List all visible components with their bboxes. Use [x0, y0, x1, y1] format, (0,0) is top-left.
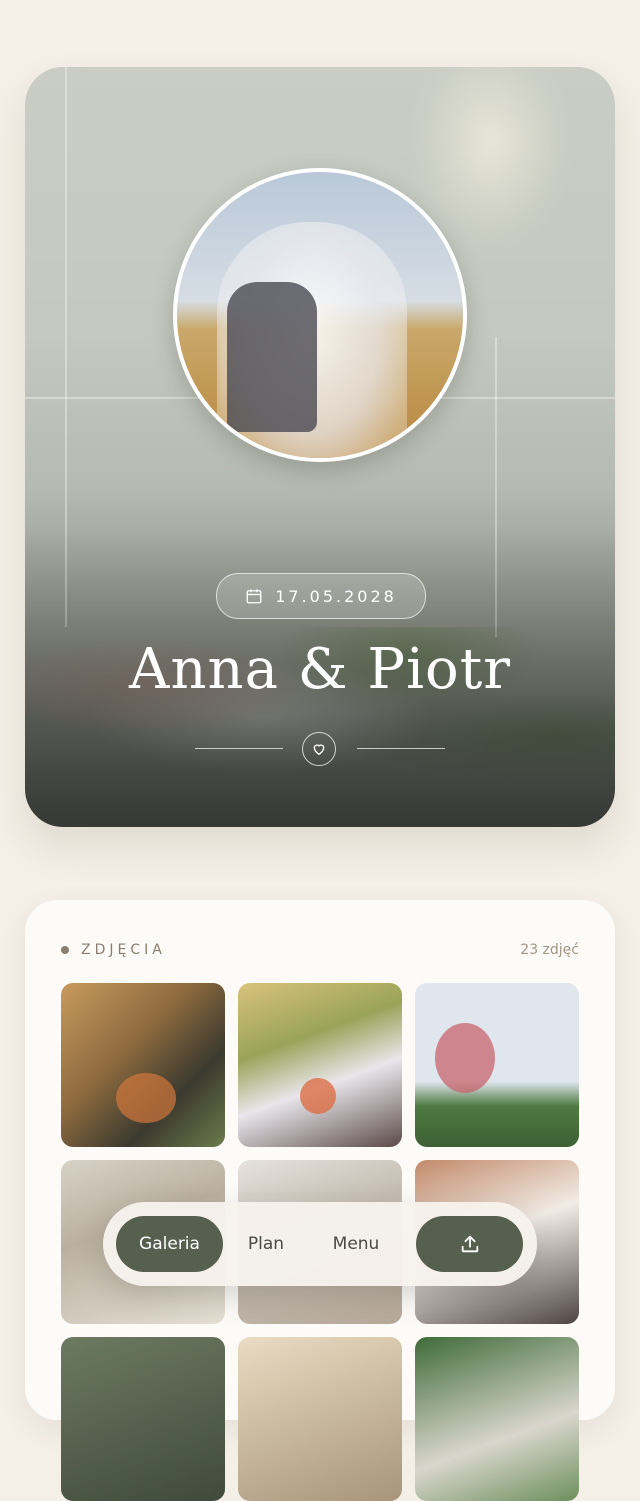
photo-thumbnail[interactable]: [415, 1337, 579, 1501]
upload-icon: [461, 1235, 478, 1253]
nav-galeria[interactable]: Galeria: [116, 1216, 223, 1272]
upload-button[interactable]: [416, 1216, 523, 1272]
nav-plan[interactable]: Plan: [233, 1216, 299, 1272]
bouquet-shape: [435, 1023, 495, 1093]
calendar-icon: [246, 589, 262, 604]
divider-left: [195, 748, 283, 749]
like-button[interactable]: [302, 732, 336, 766]
section-title: ZDJĘCIA: [61, 942, 166, 958]
gallery-header: ZDJĘCIA 23 zdjęć: [61, 940, 579, 960]
couple-names: Anna & Piotr: [129, 637, 511, 702]
gallery-section: ZDJĘCIA 23 zdjęć: [25, 900, 615, 1501]
photo-thumbnail[interactable]: [238, 1337, 402, 1501]
nav-label: Galeria: [139, 1234, 200, 1254]
photo-thumbnail[interactable]: [61, 1337, 225, 1501]
divider-right: [357, 748, 445, 749]
hero-card: 17.05.2028 Anna & Piotr: [25, 67, 615, 827]
gallery-title: ZDJĘCIA: [81, 942, 166, 958]
couple-photo[interactable]: [173, 168, 467, 462]
photo-count: 23 zdjęć: [520, 942, 579, 958]
suit-shape: [227, 282, 317, 432]
nav-label: Plan: [247, 1234, 285, 1254]
nav-label: Menu: [332, 1234, 380, 1254]
date-badge: 17.05.2028: [216, 573, 426, 619]
photo-thumbnail[interactable]: [61, 983, 225, 1147]
wedding-date: 17.05.2028: [275, 586, 397, 606]
photo-thumbnail[interactable]: [238, 983, 402, 1147]
bouquet-shape: [300, 1078, 336, 1114]
bouquet-shape: [116, 1073, 176, 1123]
photo-thumbnail[interactable]: [415, 983, 579, 1147]
nav-menu[interactable]: Menu: [315, 1216, 397, 1272]
bullet-dot: [61, 946, 69, 954]
bottom-navigation: Galeria Plan Menu: [103, 1202, 537, 1286]
heart-icon: [313, 744, 325, 756]
